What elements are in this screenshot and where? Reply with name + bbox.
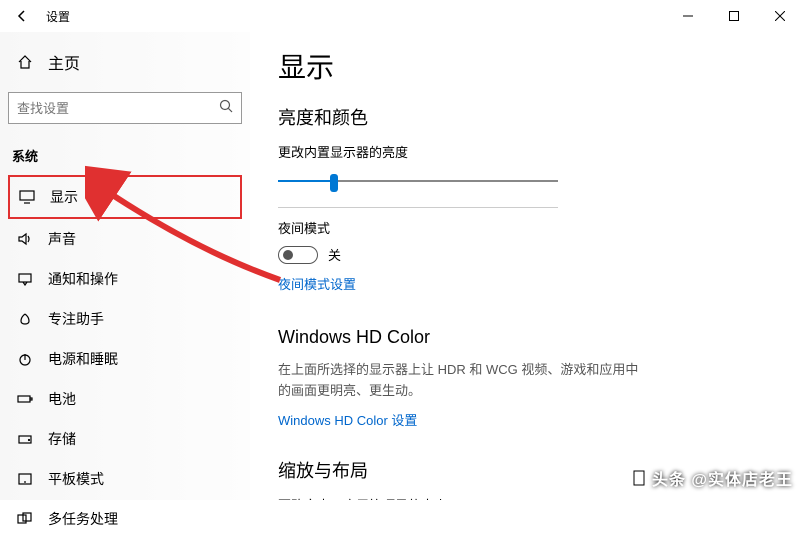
category-label: 系统 (8, 140, 242, 175)
display-icon (18, 190, 36, 204)
sidebar-item-label: 平板模式 (48, 469, 104, 489)
hdcolor-desc: 在上面所选择的显示器上让 HDR 和 WCG 视频、游戏和应用中的画面更明亮、更… (278, 360, 648, 402)
night-mode-settings-link[interactable]: 夜间模式设置 (278, 274, 356, 293)
night-mode-state: 关 (328, 245, 341, 264)
home-icon (16, 54, 34, 70)
brightness-label: 更改内置显示器的亮度 (278, 142, 775, 161)
sidebar-item-display[interactable]: 显示 (8, 175, 242, 219)
sidebar-item-power[interactable]: 电源和睡眠 (8, 339, 242, 379)
search-input[interactable] (17, 101, 219, 116)
sidebar-item-battery[interactable]: 电池 (8, 379, 242, 419)
sidebar-item-label: 多任务处理 (48, 509, 118, 529)
home-label: 主页 (48, 50, 80, 74)
sidebar-item-label: 声音 (48, 229, 76, 249)
sidebar-item-notifications[interactable]: 通知和操作 (8, 259, 242, 299)
sidebar: 主页 系统 显示 声音 通知和操作 专注助手 电源和睡眠 电池 (0, 32, 250, 500)
divider (278, 207, 558, 208)
multitask-icon (16, 512, 34, 526)
content-pane: 显示 亮度和颜色 更改内置显示器的亮度 夜间模式 关 夜间模式设置 Window… (250, 32, 803, 500)
brightness-slider[interactable] (278, 169, 558, 193)
search-icon (219, 99, 233, 118)
sidebar-item-sound[interactable]: 声音 (8, 219, 242, 259)
sidebar-item-label: 电池 (48, 389, 76, 409)
battery-icon (16, 392, 34, 406)
power-icon (16, 352, 34, 366)
night-mode-toggle[interactable] (278, 246, 318, 264)
hdcolor-link[interactable]: Windows HD Color 设置 (278, 410, 417, 429)
focus-icon (16, 312, 34, 326)
maximize-button[interactable] (711, 0, 757, 32)
minimize-button[interactable] (665, 0, 711, 32)
notifications-icon (16, 272, 34, 286)
tablet-icon (16, 472, 34, 486)
sidebar-item-multitask[interactable]: 多任务处理 (8, 499, 242, 539)
night-mode-label: 夜间模式 (278, 218, 775, 237)
sidebar-item-tablet[interactable]: 平板模式 (8, 459, 242, 499)
sidebar-item-label: 存储 (48, 429, 76, 449)
sidebar-item-label: 通知和操作 (48, 269, 118, 289)
page-title: 显示 (278, 46, 775, 86)
sound-icon (16, 232, 34, 246)
close-button[interactable] (757, 0, 803, 32)
home-link[interactable]: 主页 (8, 42, 242, 82)
hdcolor-heading: Windows HD Color (278, 327, 775, 348)
watermark: 头条 @实体店老王 (630, 466, 793, 490)
search-input-wrapper[interactable] (8, 92, 242, 124)
storage-icon (16, 432, 34, 446)
back-button[interactable] (10, 4, 34, 28)
sidebar-item-label: 专注助手 (48, 309, 104, 329)
sidebar-item-label: 电源和睡眠 (48, 349, 118, 369)
scale-label: 更改文本、应用等项目的大小 (278, 495, 775, 500)
sidebar-item-focus[interactable]: 专注助手 (8, 299, 242, 339)
brightness-heading: 亮度和颜色 (278, 104, 775, 130)
sidebar-item-label: 显示 (50, 187, 78, 207)
window-title: 设置 (46, 8, 70, 25)
sidebar-item-storage[interactable]: 存储 (8, 419, 242, 459)
